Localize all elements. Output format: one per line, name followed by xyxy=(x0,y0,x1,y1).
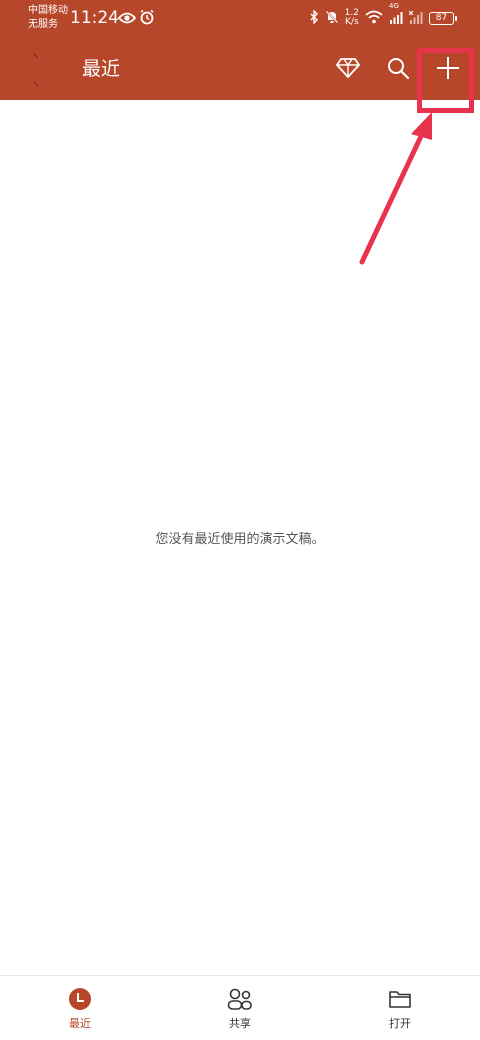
status-icons: 1.2 K/s 4G 87 xyxy=(309,2,457,30)
plus-icon xyxy=(435,55,461,85)
bottom-navigation: 最近 共享 打开 xyxy=(0,975,480,1040)
mute-bell-icon xyxy=(324,9,339,28)
network-speed: 1.2 K/s xyxy=(345,9,359,27)
new-presentation-button[interactable] xyxy=(430,52,466,88)
speed-unit: K/s xyxy=(345,17,359,27)
app-header: 中国移动 无服务 11:24 1.2 K/s 4G 87 最近 xyxy=(0,0,480,100)
premium-diamond-icon xyxy=(336,57,360,83)
nav-item-shared[interactable]: 共享 xyxy=(160,976,320,1040)
search-icon xyxy=(386,56,410,84)
empty-state-message: 您没有最近使用的演示文稿。 xyxy=(155,532,325,547)
clock-icon xyxy=(67,986,93,1012)
people-icon xyxy=(227,986,253,1012)
carrier-info: 中国移动 无服务 xyxy=(28,4,68,32)
bluetooth-icon xyxy=(309,8,319,28)
signal-no-service-icon xyxy=(408,9,423,28)
nav-label-shared: 共享 xyxy=(229,1017,251,1030)
eye-icon xyxy=(117,10,137,29)
toolbar: 最近 xyxy=(0,40,480,100)
signal-4g-icon: 4G xyxy=(389,2,403,28)
back-gesture-icon xyxy=(22,52,39,92)
page-title: 最近 xyxy=(82,58,121,80)
alarm-icon xyxy=(139,9,155,29)
search-button[interactable] xyxy=(380,52,416,88)
battery-indicator: 87 xyxy=(429,11,457,25)
status-time: 11:24 xyxy=(70,8,119,28)
nav-label-recent: 最近 xyxy=(69,1017,91,1030)
nav-item-open[interactable]: 打开 xyxy=(320,976,480,1040)
wifi-icon xyxy=(365,9,383,28)
nav-item-recent[interactable]: 最近 xyxy=(0,976,160,1040)
carrier-name: 中国移动 xyxy=(28,5,68,16)
folder-icon xyxy=(387,986,413,1012)
service-status: 无服务 xyxy=(28,19,58,30)
premium-button[interactable] xyxy=(330,52,366,88)
nav-label-open: 打开 xyxy=(389,1017,411,1030)
network-type: 4G xyxy=(389,1,399,10)
status-bar: 中国移动 无服务 11:24 1.2 K/s 4G 87 xyxy=(0,0,480,40)
